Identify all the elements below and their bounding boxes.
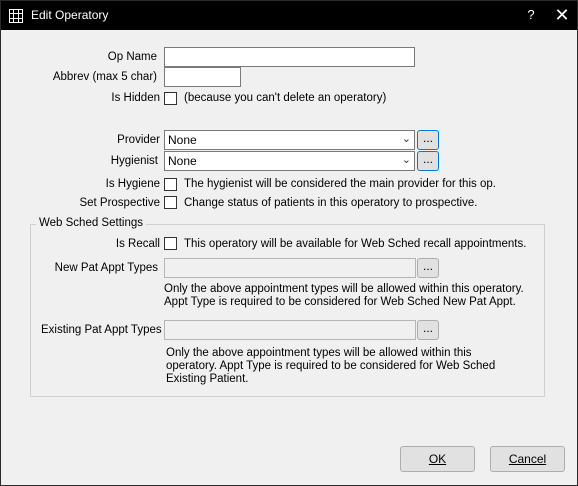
hygienist-dropdown[interactable]: None ⌄ <box>164 151 415 171</box>
help-button[interactable]: ? <box>523 7 539 25</box>
ok-button-label: OK <box>428 452 447 466</box>
provider-label: Provider <box>117 134 160 146</box>
is-hidden-checkbox[interactable] <box>164 92 177 105</box>
hygienist-label: Hygienist <box>110 155 158 167</box>
new-pat-appt-types-label: New Pat Appt Types <box>54 262 158 274</box>
is-hidden-label: Is Hidden <box>111 92 160 104</box>
existing-pat-appt-types-pick-button[interactable]: ... <box>417 320 439 340</box>
op-name-label: Op Name <box>107 51 157 63</box>
ok-button[interactable]: OK <box>400 446 475 472</box>
hygienist-value: None <box>168 154 197 168</box>
hygienist-pick-button[interactable]: ... <box>417 151 439 171</box>
new-pat-appt-types-pick-button[interactable]: ... <box>417 258 439 278</box>
new-pat-note-line-2: Appt Type is required to be considered f… <box>164 296 516 308</box>
is-recall-label: Is Recall <box>115 238 160 250</box>
abbrev-input[interactable] <box>164 67 241 87</box>
abbrev-label: Abbrev (max 5 char) <box>52 71 157 83</box>
is-hidden-note: (because you can't delete an operatory) <box>184 92 387 104</box>
provider-pick-button[interactable]: ... <box>417 130 439 150</box>
close-button[interactable]: ✕ <box>551 4 573 26</box>
is-hygiene-checkbox[interactable] <box>164 178 177 191</box>
web-sched-group-title: Web Sched Settings <box>36 217 146 229</box>
set-prospective-note: Change status of patients in this operat… <box>184 197 478 209</box>
provider-value: None <box>168 133 197 147</box>
existing-pat-note-line-3: Existing Patient. <box>166 373 249 385</box>
existing-pat-note-line-1: Only the above appointment types will be… <box>166 347 472 359</box>
chevron-down-icon: ⌄ <box>401 154 411 166</box>
is-recall-checkbox[interactable] <box>164 237 177 250</box>
cancel-button[interactable]: Cancel <box>490 446 565 472</box>
set-prospective-label: Set Prospective <box>79 197 160 209</box>
cancel-button-label: Cancel <box>508 452 547 466</box>
existing-pat-note-line-2: operatory. Appt Type is required to be c… <box>166 360 496 372</box>
existing-pat-appt-types-input[interactable] <box>164 320 416 340</box>
chevron-down-icon: ⌄ <box>401 133 411 145</box>
is-recall-note: This operatory will be available for Web… <box>184 238 527 250</box>
is-hygiene-label: Is Hygiene <box>105 178 160 190</box>
existing-pat-appt-types-label: Existing Pat Appt Types <box>41 324 162 336</box>
app-grid-icon <box>9 9 23 23</box>
provider-dropdown[interactable]: None ⌄ <box>164 130 415 150</box>
window-title: Edit Operatory <box>31 8 109 22</box>
set-prospective-checkbox[interactable] <box>164 196 177 209</box>
op-name-input[interactable] <box>164 47 415 67</box>
new-pat-note-line-1: Only the above appointment types will be… <box>164 283 524 295</box>
is-hygiene-note: The hygienist will be considered the mai… <box>184 178 496 190</box>
new-pat-appt-types-input[interactable] <box>164 258 416 278</box>
title-bar: Edit Operatory ? ✕ <box>1 1 577 30</box>
edit-operatory-dialog: Edit Operatory ? ✕ Op Name Abbrev (max 5… <box>0 0 578 486</box>
